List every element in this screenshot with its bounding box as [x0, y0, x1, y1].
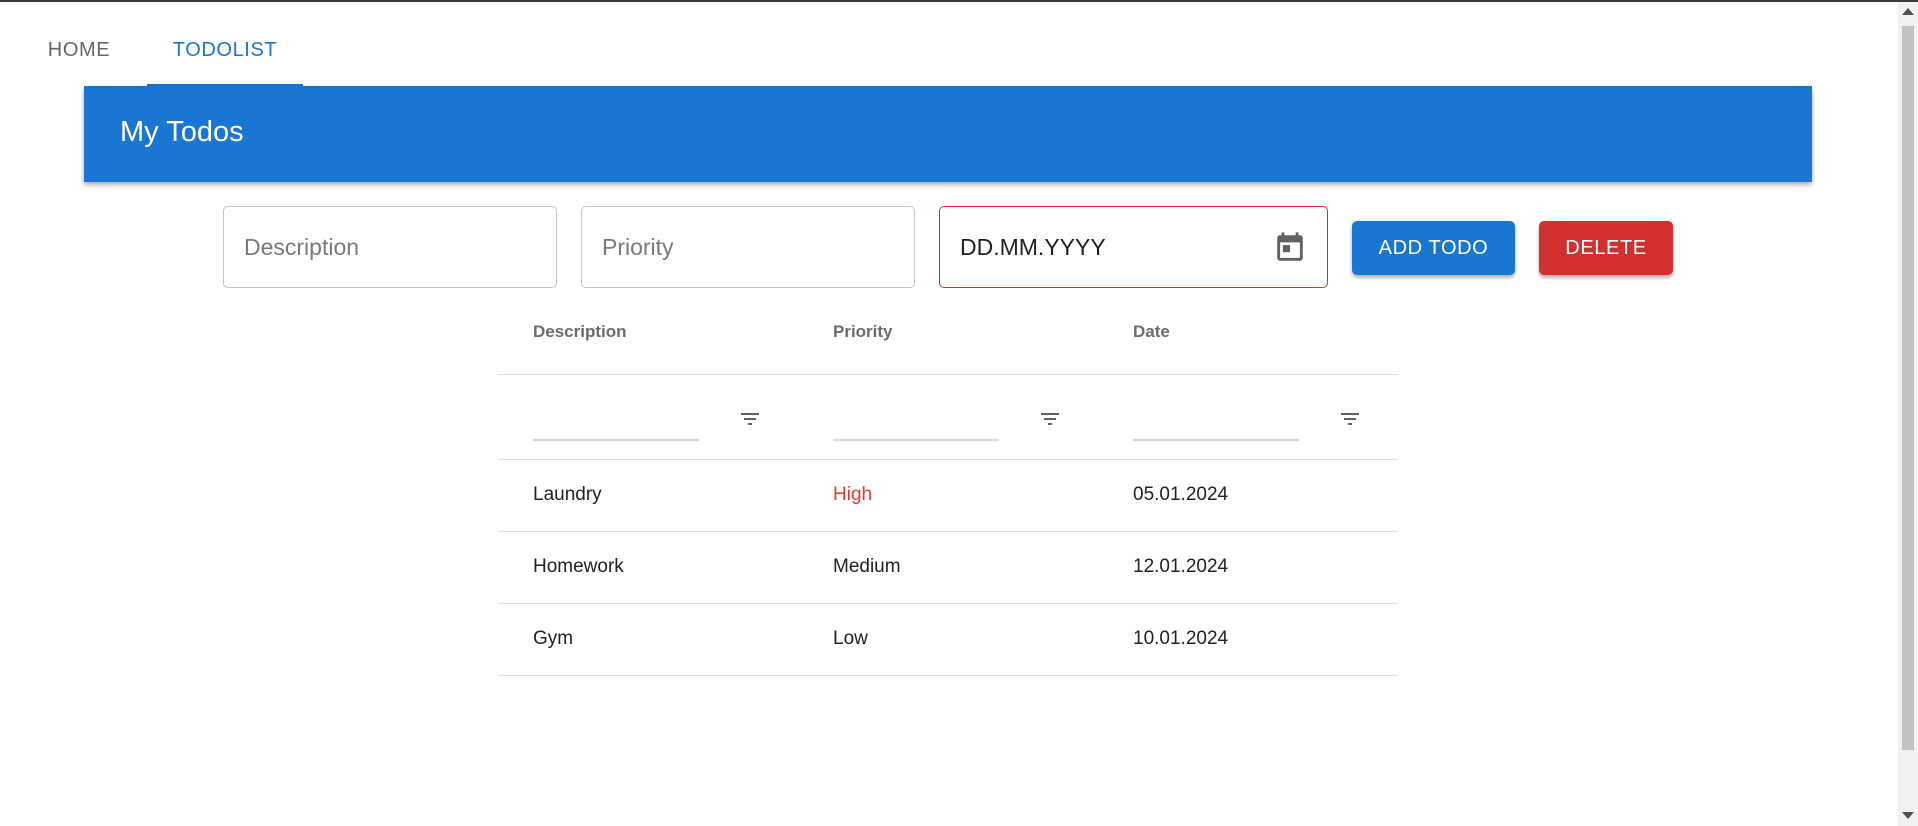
cell-priority: Medium	[833, 556, 901, 577]
scroll-down-arrow-icon[interactable]	[1902, 812, 1914, 819]
description-filter-input[interactable]	[533, 403, 699, 441]
tab-todolist[interactable]: TODOLIST	[147, 2, 303, 86]
table-row[interactable]: Laundry High 05.01.2024	[498, 460, 1398, 532]
cell-date: 10.01.2024	[1133, 628, 1229, 649]
scrollbar-thumb[interactable]	[1902, 26, 1914, 750]
cell-date: 05.01.2024	[1133, 484, 1229, 505]
cell-priority: Low	[833, 628, 868, 649]
filter-icon[interactable]	[1038, 407, 1062, 431]
priority-input[interactable]	[582, 207, 914, 287]
table-row[interactable]: Gym Low 10.01.2024	[498, 604, 1398, 676]
delete-button[interactable]: DELETE	[1539, 221, 1673, 275]
page-title: My Todos	[120, 116, 244, 148]
nav-tabs: HOME TODOLIST	[0, 2, 1880, 87]
cell-description: Homework	[533, 556, 624, 577]
cell-description: Laundry	[533, 484, 602, 505]
add-todo-button[interactable]: ADD TODO	[1352, 221, 1515, 275]
cell-priority: High	[833, 484, 873, 505]
cell-date: 12.01.2024	[1133, 556, 1229, 577]
filter-icon[interactable]	[1338, 407, 1362, 431]
date-field[interactable]	[939, 206, 1328, 288]
tab-home[interactable]: HOME	[24, 2, 134, 86]
app-bar: My Todos	[84, 86, 1812, 182]
priority-filter-input[interactable]	[833, 403, 999, 441]
date-filter-input[interactable]	[1133, 403, 1299, 441]
calendar-icon[interactable]	[1273, 231, 1307, 265]
vertical-scrollbar[interactable]	[1898, 2, 1918, 826]
column-header-description[interactable]: Description	[533, 322, 627, 342]
description-input[interactable]	[224, 207, 556, 287]
priority-field[interactable]	[581, 206, 915, 288]
cell-description: Gym	[533, 628, 574, 649]
grid-filter-row	[498, 375, 1398, 460]
description-field[interactable]	[223, 206, 557, 288]
grid-header-row: Description Priority Date	[498, 300, 1398, 375]
scroll-up-arrow-icon[interactable]	[1902, 8, 1914, 15]
column-header-date[interactable]: Date	[1133, 322, 1170, 342]
date-input[interactable]	[940, 207, 1327, 287]
filter-icon[interactable]	[738, 407, 762, 431]
table-row[interactable]: Homework Medium 12.01.2024	[498, 532, 1398, 604]
column-header-priority[interactable]: Priority	[833, 322, 893, 342]
